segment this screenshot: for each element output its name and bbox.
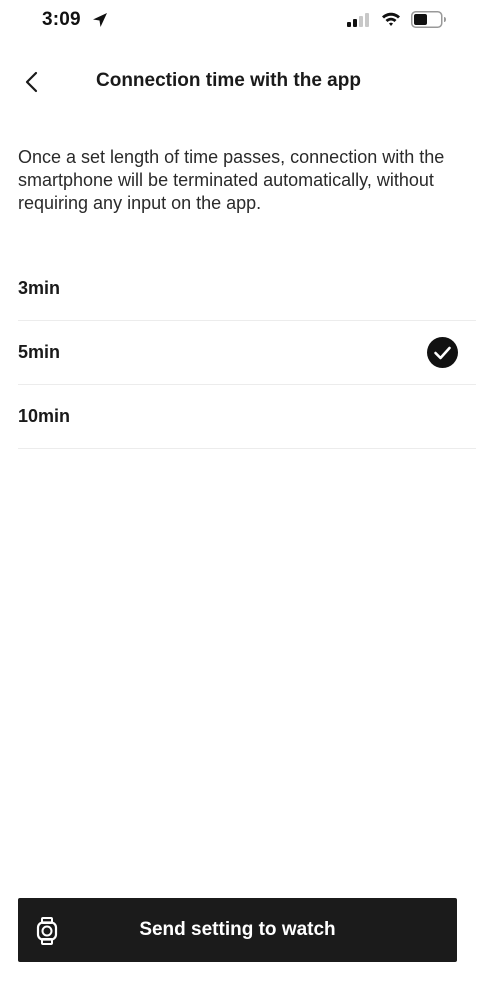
cellular-signal-icon	[347, 13, 369, 27]
status-bar: 3:09	[0, 0, 479, 44]
description-text: Once a set length of time passes, connec…	[18, 147, 445, 213]
option-label: 5min	[18, 342, 61, 362]
option-10min[interactable]: 10min	[18, 385, 476, 449]
option-3min[interactable]: 3min	[18, 257, 476, 321]
status-time: 3:09	[42, 9, 81, 30]
option-label: 3min	[18, 278, 61, 298]
back-button[interactable]	[14, 64, 50, 100]
checkmark-circle-icon	[427, 337, 458, 368]
option-label: 10min	[18, 406, 71, 426]
send-setting-button[interactable]: Send setting to watch	[18, 898, 457, 962]
option-5min[interactable]: 5min	[18, 321, 476, 385]
send-button-label: Send setting to watch	[139, 919, 336, 940]
page-title: Connection time with the app	[96, 70, 361, 91]
nav-header: Connection time with the app	[0, 58, 479, 106]
timeout-options-list: 3min 5min 10min	[18, 257, 476, 449]
location-arrow-icon	[93, 13, 107, 27]
wifi-icon	[382, 12, 400, 26]
battery-icon	[411, 11, 446, 28]
chevron-left-icon	[25, 71, 38, 93]
